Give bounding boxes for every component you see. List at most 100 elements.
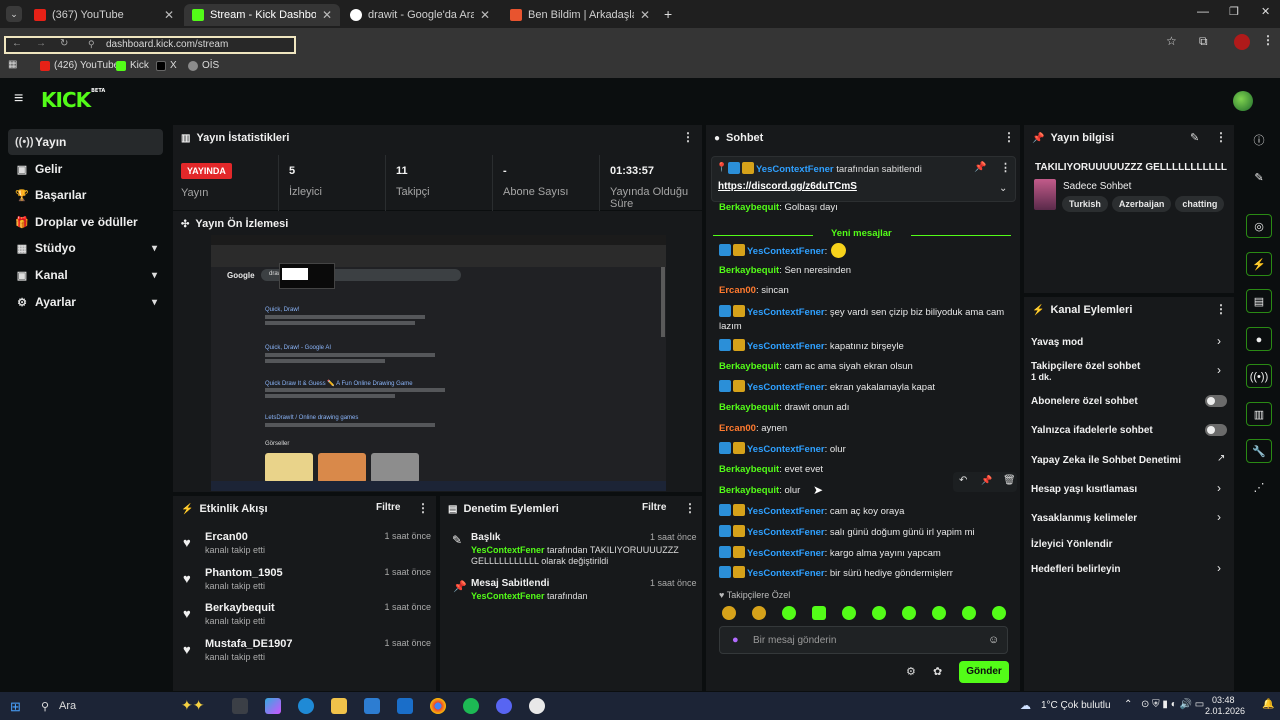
chat-message[interactable]: YesContextFener: ekran yakalamayla kapat (719, 380, 1014, 395)
browser-menu-icon[interactable]: ⋮ (1262, 33, 1274, 47)
kick-logo[interactable]: KICKBETA (41, 88, 105, 112)
tag[interactable]: Azerbaijan (1111, 196, 1172, 212)
search-icon[interactable]: ⚲ (41, 700, 49, 713)
url-text[interactable]: dashboard.kick.com/stream (106, 39, 228, 50)
send-button[interactable]: Gönder (959, 661, 1009, 683)
channel-actions-menu-icon[interactable]: ⋮ (1215, 302, 1227, 316)
copilot-icon[interactable] (265, 698, 281, 714)
chat-message[interactable]: YesContextFener: (719, 243, 1014, 259)
moderation-menu-icon[interactable]: ⋮ (684, 501, 696, 515)
action-host[interactable]: İzleyici Yönlendir (1031, 539, 1231, 550)
external-link-icon[interactable]: ↗ (1217, 453, 1225, 464)
chat-username[interactable]: Berkaybequit (719, 265, 779, 276)
emote-icon[interactable] (812, 606, 826, 620)
close-icon[interactable]: ✕ (640, 8, 650, 22)
reply-icon[interactable]: ↶ (959, 475, 967, 486)
notification-bell-icon[interactable]: 🔔 (1262, 699, 1274, 710)
action-followers-only[interactable]: Takipçilere özel sohbet (1031, 361, 1231, 372)
chat-username[interactable]: YesContextFener (747, 527, 825, 538)
action-goals[interactable]: Hedefleri belirleyin (1031, 564, 1231, 575)
sidebar-item-gelir[interactable]: ▣ Gelir (8, 156, 163, 182)
emoji-icon[interactable]: ☺ (988, 634, 999, 646)
store-icon[interactable] (364, 698, 380, 714)
sidebar-item-kanal[interactable]: ▣ Kanal ▾ (8, 262, 163, 288)
edit-icon[interactable]: ✎ (1190, 131, 1199, 144)
share-icon[interactable]: ⋰ (1246, 476, 1272, 500)
close-icon[interactable]: ✕ (164, 8, 174, 22)
chat-message[interactable]: YesContextFener: salı günü doğum günü ir… (719, 525, 1014, 540)
chevron-right-icon[interactable]: › (1217, 510, 1221, 524)
chevron-right-icon[interactable]: › (1217, 481, 1221, 495)
emote-icon[interactable] (782, 606, 796, 620)
action-ai-moderation[interactable]: Yapay Zeka ile Sohbet Denetimi (1031, 455, 1231, 466)
close-window-button[interactable]: ✕ (1261, 5, 1270, 18)
chat-username[interactable]: YesContextFener (747, 341, 825, 352)
chat-username[interactable]: Berkaybequit (719, 464, 779, 475)
emote-icon[interactable] (872, 606, 886, 620)
chrome-icon[interactable] (430, 698, 446, 714)
obs-icon[interactable] (529, 698, 545, 714)
chat-settings-icon[interactable]: ⚙ (906, 665, 916, 678)
chat-username[interactable]: Ercan00 (719, 423, 756, 434)
layout-icon[interactable]: ▥ (1246, 402, 1272, 426)
emote-icon[interactable] (932, 606, 946, 620)
broadcast-icon[interactable]: ((•)) (1246, 364, 1272, 388)
minimize-button[interactable]: — (1197, 4, 1209, 18)
chat-message[interactable]: YesContextFener: bir sürü hediye gönderm… (719, 566, 1014, 581)
pinned-link[interactable]: https://discord.gg/z6duTCmS (718, 181, 857, 192)
bookmark-kick[interactable]: Kick (116, 60, 149, 71)
chat-message[interactable]: YesContextFener: kargo alma yayını yapca… (719, 546, 1014, 561)
chat-username[interactable]: YesContextFener (747, 506, 825, 517)
emote-icon[interactable] (992, 606, 1006, 620)
target-icon[interactable]: ◎ (1246, 214, 1272, 238)
action-banned-words[interactable]: Yasaklanmış kelimeler (1031, 513, 1231, 524)
chat-message[interactable]: Ercan00: aynen (719, 422, 1014, 436)
tray-icons[interactable]: ⊙ ⛨ ▮ ◐ 🔊 ▭ (1141, 699, 1204, 710)
pencil-icon[interactable]: ✎ (1246, 166, 1272, 190)
moderation-filter-button[interactable]: Filtre (642, 502, 666, 513)
chevron-right-icon[interactable]: › (1217, 334, 1221, 348)
chat-message[interactable]: YesContextFener: olur (719, 442, 1014, 457)
chat-message[interactable]: YesContextFener: cam aç koy oraya (719, 504, 1014, 519)
sidebar-item-droplar[interactable]: 🎁 Droplar ve ödüller (8, 209, 163, 235)
chat-username[interactable]: YesContextFener (747, 307, 825, 318)
close-icon[interactable]: ✕ (322, 8, 332, 22)
pin-icon[interactable]: 📌 (981, 475, 992, 486)
emote-icon[interactable] (752, 606, 766, 620)
action-subscribers-only[interactable]: Abonelere özel sohbet (1031, 396, 1231, 407)
category-name[interactable]: Sadece Sohbet (1063, 181, 1131, 192)
star-icon[interactable]: ☆ (1166, 34, 1177, 48)
tab-ben-bildim[interactable]: Ben Bildim | Arkadaşlarınla Onli... ✕ (502, 4, 658, 26)
chat-username[interactable]: Berkaybequit (719, 202, 779, 213)
tab-search-button[interactable]: ⌄ (6, 6, 22, 22)
stream-info-menu-icon[interactable]: ⋮ (1215, 130, 1227, 144)
chat-username[interactable]: YesContextFener (747, 382, 825, 393)
windows-start-icon[interactable]: ⊞ (10, 699, 21, 715)
sidebar-item-basarilar[interactable]: 🏆 Başarılar (8, 182, 163, 208)
extensions-icon[interactable]: ⧉ (1199, 34, 1208, 49)
stream-preview[interactable]: Google drawit Quick, Draw! Quick, Draw! … (211, 235, 666, 491)
emote-icon[interactable] (962, 606, 976, 620)
new-tab-icon[interactable]: + (664, 6, 672, 22)
tag[interactable]: Turkish (1062, 196, 1108, 212)
activity-menu-icon[interactable]: ⋮ (417, 501, 429, 515)
back-icon[interactable]: ← (12, 38, 22, 49)
sidebar-item-studyo[interactable]: ▦ Stüdyo ▾ (8, 235, 163, 261)
chat-message[interactable]: Berkaybequit: drawit onun adı (719, 401, 1014, 415)
weather-text[interactable]: 1°C Çok bulutlu (1041, 700, 1111, 711)
bookmark-ois[interactable]: OİS (188, 60, 219, 71)
chevron-right-icon[interactable]: › (1217, 363, 1221, 377)
sidebar-item-yayin[interactable]: ((•)) Yayın (8, 129, 163, 155)
tab-kick-dashboard[interactable]: Stream - Kick Dashboard ✕ (184, 4, 340, 26)
bookmark-youtube[interactable]: (426) YouTube (40, 60, 119, 71)
emote-icon[interactable] (902, 606, 916, 620)
edge-icon[interactable] (298, 698, 314, 714)
restore-button[interactable]: ❐ (1229, 5, 1239, 18)
activity-filter-button[interactable]: Filtre (376, 502, 400, 513)
chat-bubble-icon[interactable]: ● (1246, 327, 1272, 351)
wrench-icon[interactable]: 🔧 (1246, 439, 1272, 463)
chat-username[interactable]: Ercan00 (719, 285, 756, 296)
sidebar-item-ayarlar[interactable]: ⚙ Ayarlar ▾ (8, 289, 163, 315)
discord-icon[interactable] (496, 698, 512, 714)
chat-message[interactable]: Berkaybequit: Golbaşı dayı (719, 201, 1014, 215)
